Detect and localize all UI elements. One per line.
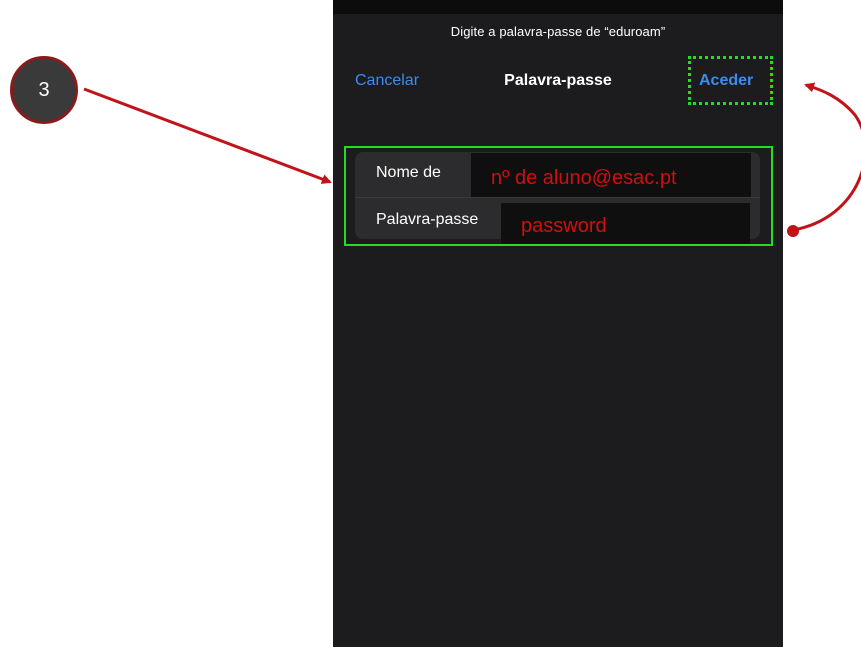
arrow-to-form [83, 87, 332, 184]
curved-arrow-to-join [792, 82, 861, 232]
annotation-overlay [83, 82, 861, 237]
arrow-origin-dot [787, 225, 799, 237]
